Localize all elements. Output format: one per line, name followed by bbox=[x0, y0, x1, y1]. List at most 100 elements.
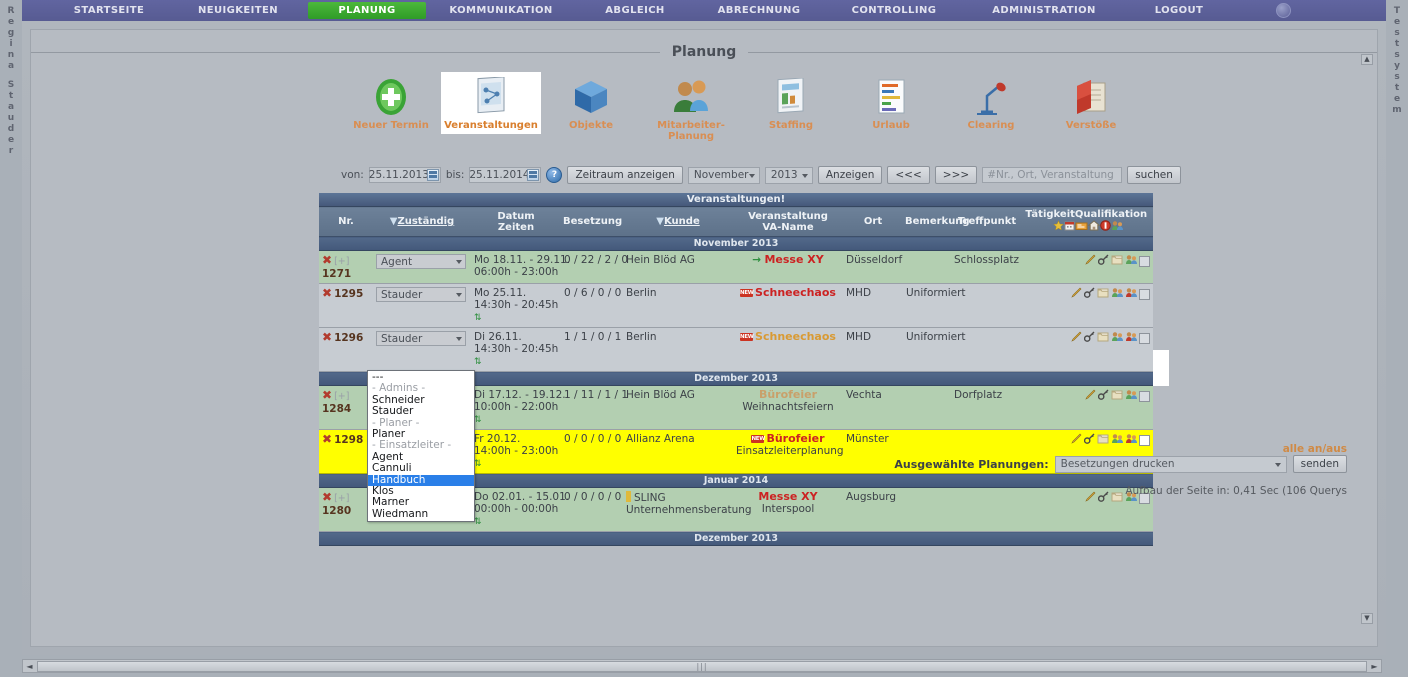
expand-row-toggle[interactable]: [+] bbox=[334, 256, 349, 267]
people-icon[interactable] bbox=[1111, 287, 1124, 301]
pencil-icon[interactable] bbox=[1085, 389, 1096, 403]
cell-zustaendig[interactable]: Agent bbox=[373, 250, 471, 284]
delete-row-icon[interactable]: ✖ bbox=[322, 286, 332, 300]
people-icon[interactable] bbox=[1125, 389, 1138, 403]
toolbar-item-neuer-termin[interactable]: Neuer Termin bbox=[341, 72, 441, 134]
year-select[interactable]: 2013 bbox=[764, 166, 813, 184]
cell-nr[interactable]: ✖ [+] 1284 bbox=[319, 385, 373, 430]
cell-actions[interactable] bbox=[1023, 250, 1154, 284]
calendar-icon[interactable] bbox=[1064, 221, 1075, 234]
people-icon[interactable] bbox=[1111, 221, 1124, 234]
col-zustaendig[interactable]: ▼Zuständig bbox=[373, 206, 471, 237]
nav-item-startseite[interactable]: STARTSEITE bbox=[50, 2, 168, 19]
delete-row-icon[interactable]: ✖ bbox=[322, 388, 332, 402]
cell-nr[interactable]: ✖ 1298 bbox=[319, 429, 373, 474]
toolbar-item-verst-e[interactable]: Verstöße bbox=[1041, 72, 1141, 134]
cell-nr[interactable]: ✖ [+] 1280 bbox=[319, 487, 373, 532]
nav-item-logout[interactable]: LOGOUT bbox=[1124, 2, 1234, 19]
dropdown-option[interactable]: Cannuli bbox=[368, 462, 474, 474]
scroll-down-button[interactable]: ▼ bbox=[1361, 613, 1373, 624]
senden-button[interactable]: senden bbox=[1292, 455, 1347, 473]
row-select-checkbox[interactable] bbox=[1139, 390, 1151, 402]
toolbar-item-objekte[interactable]: Objekte bbox=[541, 72, 641, 134]
zeitraum-anzeigen-button[interactable]: Zeitraum anzeigen bbox=[567, 166, 683, 184]
people2-icon[interactable] bbox=[1125, 287, 1138, 301]
row-select-checkbox[interactable] bbox=[1139, 332, 1151, 344]
card-icon[interactable] bbox=[1075, 222, 1088, 234]
scrollbar-thumb[interactable]: ||| bbox=[37, 660, 1367, 672]
search-button[interactable]: suchen bbox=[1127, 166, 1181, 184]
pencil-icon[interactable] bbox=[1071, 287, 1082, 301]
folder-icon[interactable] bbox=[1111, 491, 1123, 505]
people-icon[interactable] bbox=[1111, 331, 1124, 345]
pencil-icon[interactable] bbox=[1071, 433, 1082, 447]
table-row[interactable]: ✖ 1295 Stauder Mo 25.11. 14:30h - 20:45h ⇅ 0 … bbox=[319, 283, 1154, 328]
table-row[interactable]: ✖ [+] 1271 Agent Mo 18.11. - 29.11. 06:00h -… bbox=[319, 250, 1154, 284]
scroll-up-button[interactable]: ▲ bbox=[1361, 54, 1373, 65]
table-row[interactable]: ✖ 1296 Stauder Di 26.11. 14:30h - 20:45h ⇅ 1 … bbox=[319, 327, 1154, 372]
von-calendar-icon[interactable] bbox=[426, 169, 439, 181]
nav-item-abgleich[interactable]: ABGLEICH bbox=[576, 2, 694, 19]
next-page-button[interactable]: >>> bbox=[934, 166, 978, 184]
key-icon[interactable] bbox=[1083, 331, 1095, 345]
folder-icon[interactable] bbox=[1111, 389, 1123, 403]
prev-page-button[interactable]: <<< bbox=[887, 166, 930, 184]
delete-row-icon[interactable]: ✖ bbox=[322, 253, 332, 267]
cell-nr[interactable]: ✖ 1295 bbox=[319, 283, 373, 328]
zustaendig-select[interactable]: Agent bbox=[376, 254, 466, 269]
row-select-checkbox[interactable] bbox=[1139, 255, 1151, 267]
zustaendig-select[interactable]: Stauder bbox=[376, 331, 466, 346]
toolbar-item-staffing[interactable]: Staffing bbox=[741, 72, 841, 134]
nav-item-planung[interactable]: PLANUNG bbox=[308, 2, 426, 19]
cell-nr[interactable]: ✖ [+] 1271 bbox=[319, 250, 373, 284]
key-icon[interactable] bbox=[1083, 433, 1095, 447]
toolbar-item-mitarbeiter-planung[interactable]: Mitarbeiter-Planung bbox=[641, 72, 741, 145]
people2-icon[interactable] bbox=[1125, 331, 1138, 345]
delete-row-icon[interactable]: ✖ bbox=[322, 490, 332, 504]
horizontal-scrollbar[interactable]: ◄ ||| ► bbox=[22, 659, 1382, 673]
folder-icon[interactable] bbox=[1097, 331, 1109, 345]
expand-row-toggle[interactable]: [+] bbox=[334, 391, 349, 402]
cell-nr[interactable]: ✖ 1296 bbox=[319, 327, 373, 372]
folder-icon[interactable] bbox=[1097, 287, 1109, 301]
nav-item-controlling[interactable]: CONTROLLING bbox=[824, 2, 964, 19]
people2-icon[interactable] bbox=[1125, 433, 1138, 447]
folder-icon[interactable] bbox=[1097, 433, 1109, 447]
bis-date-input[interactable]: 25.11.2014 bbox=[469, 167, 542, 183]
globe-icon[interactable] bbox=[1276, 3, 1291, 18]
dropdown-option[interactable]: Marner bbox=[368, 496, 474, 508]
scroll-right-arrow-icon[interactable]: ► bbox=[1368, 662, 1381, 671]
alle-an-aus-link[interactable]: alle an/aus bbox=[1283, 443, 1347, 455]
scroll-left-arrow-icon[interactable]: ◄ bbox=[23, 662, 36, 671]
von-date-input[interactable]: 25.11.2013 bbox=[369, 167, 441, 183]
help-icon[interactable]: ? bbox=[546, 167, 563, 183]
search-input[interactable]: #Nr., Ort, Veranstaltung bbox=[982, 167, 1123, 183]
folder-icon[interactable] bbox=[1111, 254, 1123, 268]
bis-calendar-icon[interactable] bbox=[527, 169, 540, 181]
star-icon[interactable] bbox=[1053, 220, 1064, 234]
toolbar-item-clearing[interactable]: Clearing bbox=[941, 72, 1041, 134]
expand-row-toggle[interactable]: [+] bbox=[334, 493, 349, 504]
toolbar-item-urlaub[interactable]: Urlaub bbox=[841, 72, 941, 134]
zustaendig-dropdown-list[interactable]: --- - Admins - Schneider Stauder - Planer -P… bbox=[367, 370, 475, 523]
people-icon[interactable] bbox=[1125, 254, 1138, 268]
dropdown-option[interactable]: Wiedmann bbox=[368, 508, 474, 520]
home-icon[interactable] bbox=[1087, 220, 1101, 234]
nav-item-neuigkeiten[interactable]: NEUIGKEITEN bbox=[168, 2, 308, 19]
pencil-icon[interactable] bbox=[1071, 331, 1082, 345]
cell-actions[interactable] bbox=[1023, 283, 1154, 328]
delete-row-icon[interactable]: ✖ bbox=[322, 432, 332, 446]
row-select-checkbox[interactable] bbox=[1139, 288, 1151, 300]
pencil-icon[interactable] bbox=[1085, 254, 1096, 268]
anzeigen-button[interactable]: Anzeigen bbox=[817, 166, 883, 184]
month-select[interactable]: November bbox=[687, 166, 760, 184]
people-icon[interactable] bbox=[1111, 433, 1124, 447]
zustaendig-select[interactable]: Stauder bbox=[376, 287, 466, 302]
cell-zustaendig[interactable]: Stauder bbox=[373, 283, 471, 328]
cell-actions[interactable] bbox=[1023, 327, 1154, 372]
col-kunde[interactable]: ▼Kunde bbox=[623, 206, 733, 237]
pencil-icon[interactable] bbox=[1085, 491, 1096, 505]
cell-actions[interactable] bbox=[1023, 385, 1154, 430]
nav-item-kommunikation[interactable]: KOMMUNIKATION bbox=[426, 2, 576, 19]
key-icon[interactable] bbox=[1097, 254, 1109, 268]
